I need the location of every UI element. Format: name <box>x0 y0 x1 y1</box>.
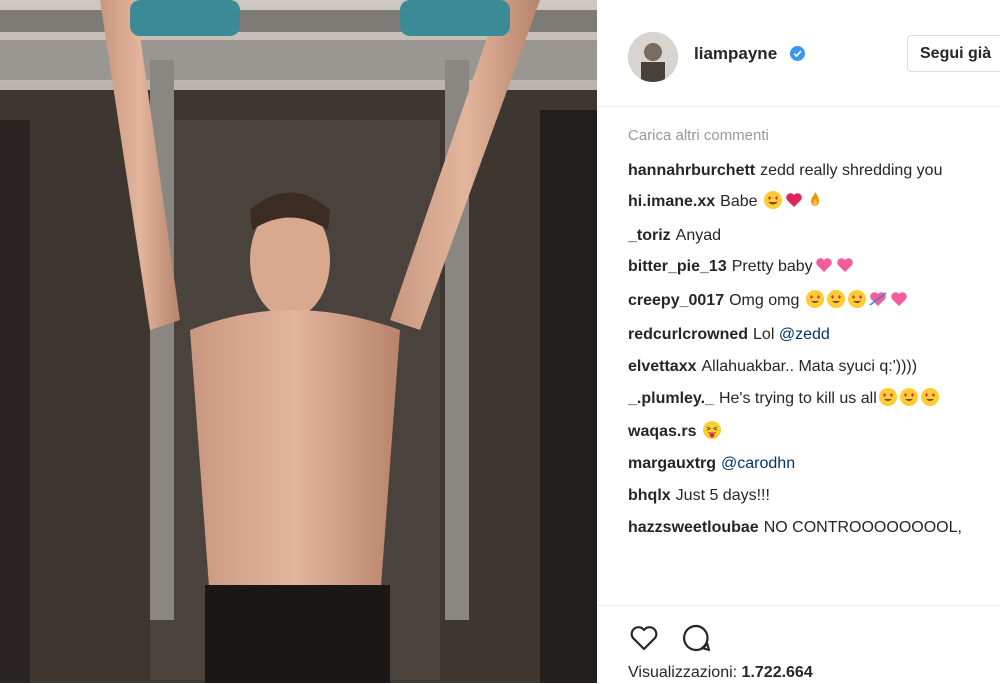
comment-text: Just 5 days!!! <box>675 487 770 504</box>
views-label: Visualizzazioni: <box>628 664 738 681</box>
comment-username[interactable]: _toriz <box>628 227 671 244</box>
like-heart-icon[interactable] <box>628 622 660 654</box>
comment: _.plumley._ He's trying to kill us all <box>628 387 973 410</box>
view-count: Visualizzazioni: 1.722.664 <box>628 664 813 682</box>
comment-text: zedd really shredding you <box>760 162 943 179</box>
comment-username[interactable]: _.plumley._ <box>628 390 714 407</box>
post-photo[interactable] <box>0 0 597 683</box>
sparkling-heart-emoji-icon <box>890 292 907 306</box>
heart-eyes-emoji-icon <box>826 290 845 308</box>
comment-text: Anyad <box>675 227 722 244</box>
comment: _toriz Anyad <box>628 224 988 247</box>
comment-list: hannahrburchett zedd really shredding you… <box>628 159 988 539</box>
heart-eyes-emoji-icon <box>847 290 866 308</box>
heart-eyes-emoji-icon <box>920 388 939 406</box>
comment-text: Omg omg <box>729 292 804 309</box>
comment-username[interactable]: hazzsweetloubae <box>628 519 759 536</box>
comment-text: Babe <box>720 193 762 210</box>
heart-eyes-emoji-icon <box>878 388 897 406</box>
comment: margauxtrg @carodhn <box>628 452 988 475</box>
comment-username[interactable]: hannahrburchett <box>628 162 755 179</box>
comment: elvettaxx Allahuakbar.. Mata syuci q:')))… <box>628 355 988 378</box>
comment-text: Lol <box>753 326 779 343</box>
comment: hi.imane.xx Babe <box>628 190 988 213</box>
heart-arrow-emoji-icon <box>869 292 887 306</box>
sparkling-heart-emoji-icon <box>815 258 832 272</box>
comment-username[interactable]: creepy_0017 <box>628 292 724 309</box>
avatar[interactable] <box>628 32 678 82</box>
comment: creepy_0017 Omg omg <box>628 289 988 312</box>
comment-text: Allahuakbar.. Mata syuci q:')))) <box>701 358 918 375</box>
comment: bitter_pie_13 Pretty baby <box>628 255 988 278</box>
follow-button[interactable]: Segui già <box>907 35 1000 72</box>
comment-text: NO CONTROOOOOOOOL, <box>763 519 962 536</box>
post-username[interactable]: liampayne <box>694 44 777 64</box>
post-actions-bar: Visualizzazioni: 1.722.664 <box>597 605 1000 684</box>
post-side-panel: liampayne Segui già Carica altri comment… <box>597 0 1000 683</box>
comment-text: He's trying to kill us all <box>718 390 877 407</box>
comment-text: Pretty baby <box>731 258 813 275</box>
comment: hazzsweetloubae NO CONTROOOOOOOOL, <box>628 516 978 539</box>
load-more-comments-link[interactable]: Carica altri commenti <box>628 127 769 144</box>
comment: hannahrburchett zedd really shredding you <box>628 159 988 182</box>
verified-badge-icon <box>790 46 805 61</box>
mention-link[interactable]: @zedd <box>779 326 830 343</box>
views-value: 1.722.664 <box>741 664 813 681</box>
comment-username[interactable]: redcurlcrowned <box>628 326 748 343</box>
comment-username[interactable]: bhqlx <box>628 487 671 504</box>
red-heart-emoji-icon <box>786 193 802 207</box>
heart-eyes-emoji-icon <box>763 191 782 209</box>
tongue-wink-emoji-icon <box>703 421 722 439</box>
heart-eyes-emoji-icon <box>899 388 918 406</box>
mention-link[interactable]: @carodhn <box>721 455 795 472</box>
comment: waqas.rs <box>628 420 988 443</box>
comment: bhqlx Just 5 days!!! <box>628 484 988 507</box>
sparkling-heart-emoji-icon <box>836 258 853 272</box>
comment-bubble-icon[interactable] <box>681 622 713 654</box>
comment-username[interactable]: bitter_pie_13 <box>628 258 727 275</box>
comment-username[interactable]: margauxtrg <box>628 455 716 472</box>
heart-eyes-emoji-icon <box>805 290 824 308</box>
avatar-image <box>628 32 678 82</box>
fire-emoji-icon <box>810 192 819 206</box>
comment-username[interactable]: waqas.rs <box>628 423 696 440</box>
post-header: liampayne Segui già <box>597 0 1000 107</box>
comment-username[interactable]: elvettaxx <box>628 358 697 375</box>
comment-username[interactable]: hi.imane.xx <box>628 193 715 210</box>
comment: redcurlcrowned Lol @zedd <box>628 323 988 346</box>
gym-photo-image <box>0 0 597 683</box>
